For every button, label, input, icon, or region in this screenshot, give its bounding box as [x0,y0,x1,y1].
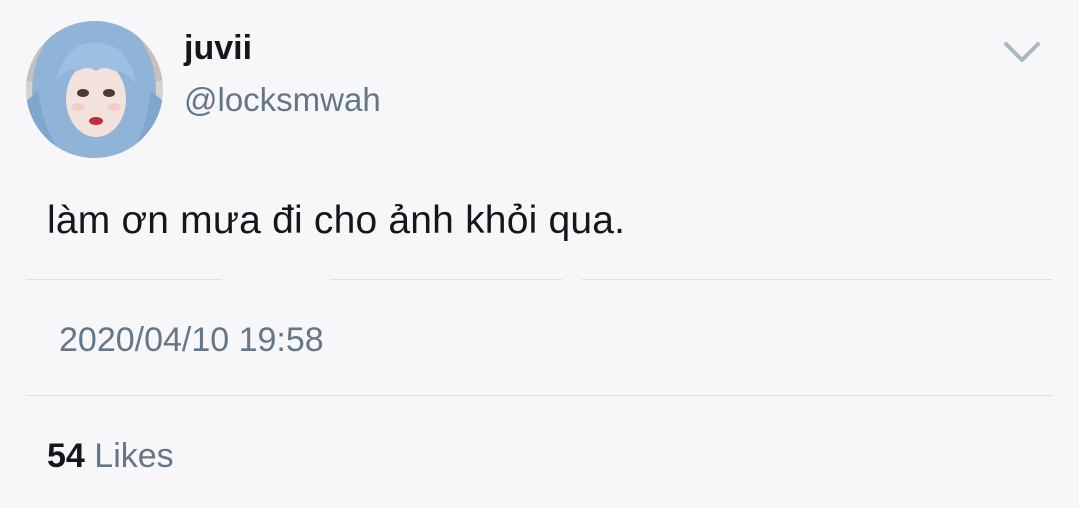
divider [582,279,1053,280]
likes-label: Likes [94,437,174,475]
avatar-photo-icon [26,21,163,158]
user-handle[interactable]: @locksmwah [184,78,381,122]
divider [330,279,562,280]
display-name[interactable]: juvii [184,26,252,70]
divider [26,395,1053,396]
avatar[interactable] [26,21,163,158]
chevron-down-icon[interactable] [1002,36,1042,68]
tweet-timestamp: 2020/04/10 19:58 [59,321,324,359]
divider [26,279,222,280]
likes-count: 54 [47,437,85,475]
likes-stat[interactable]: 54 Likes [47,434,174,478]
tweet-text: làm ơn mưa đi cho ảnh khỏi qua. [47,199,626,242]
tweet-card: juvii @locksmwah làm ơn mưa đi cho ảnh k… [0,0,1079,508]
